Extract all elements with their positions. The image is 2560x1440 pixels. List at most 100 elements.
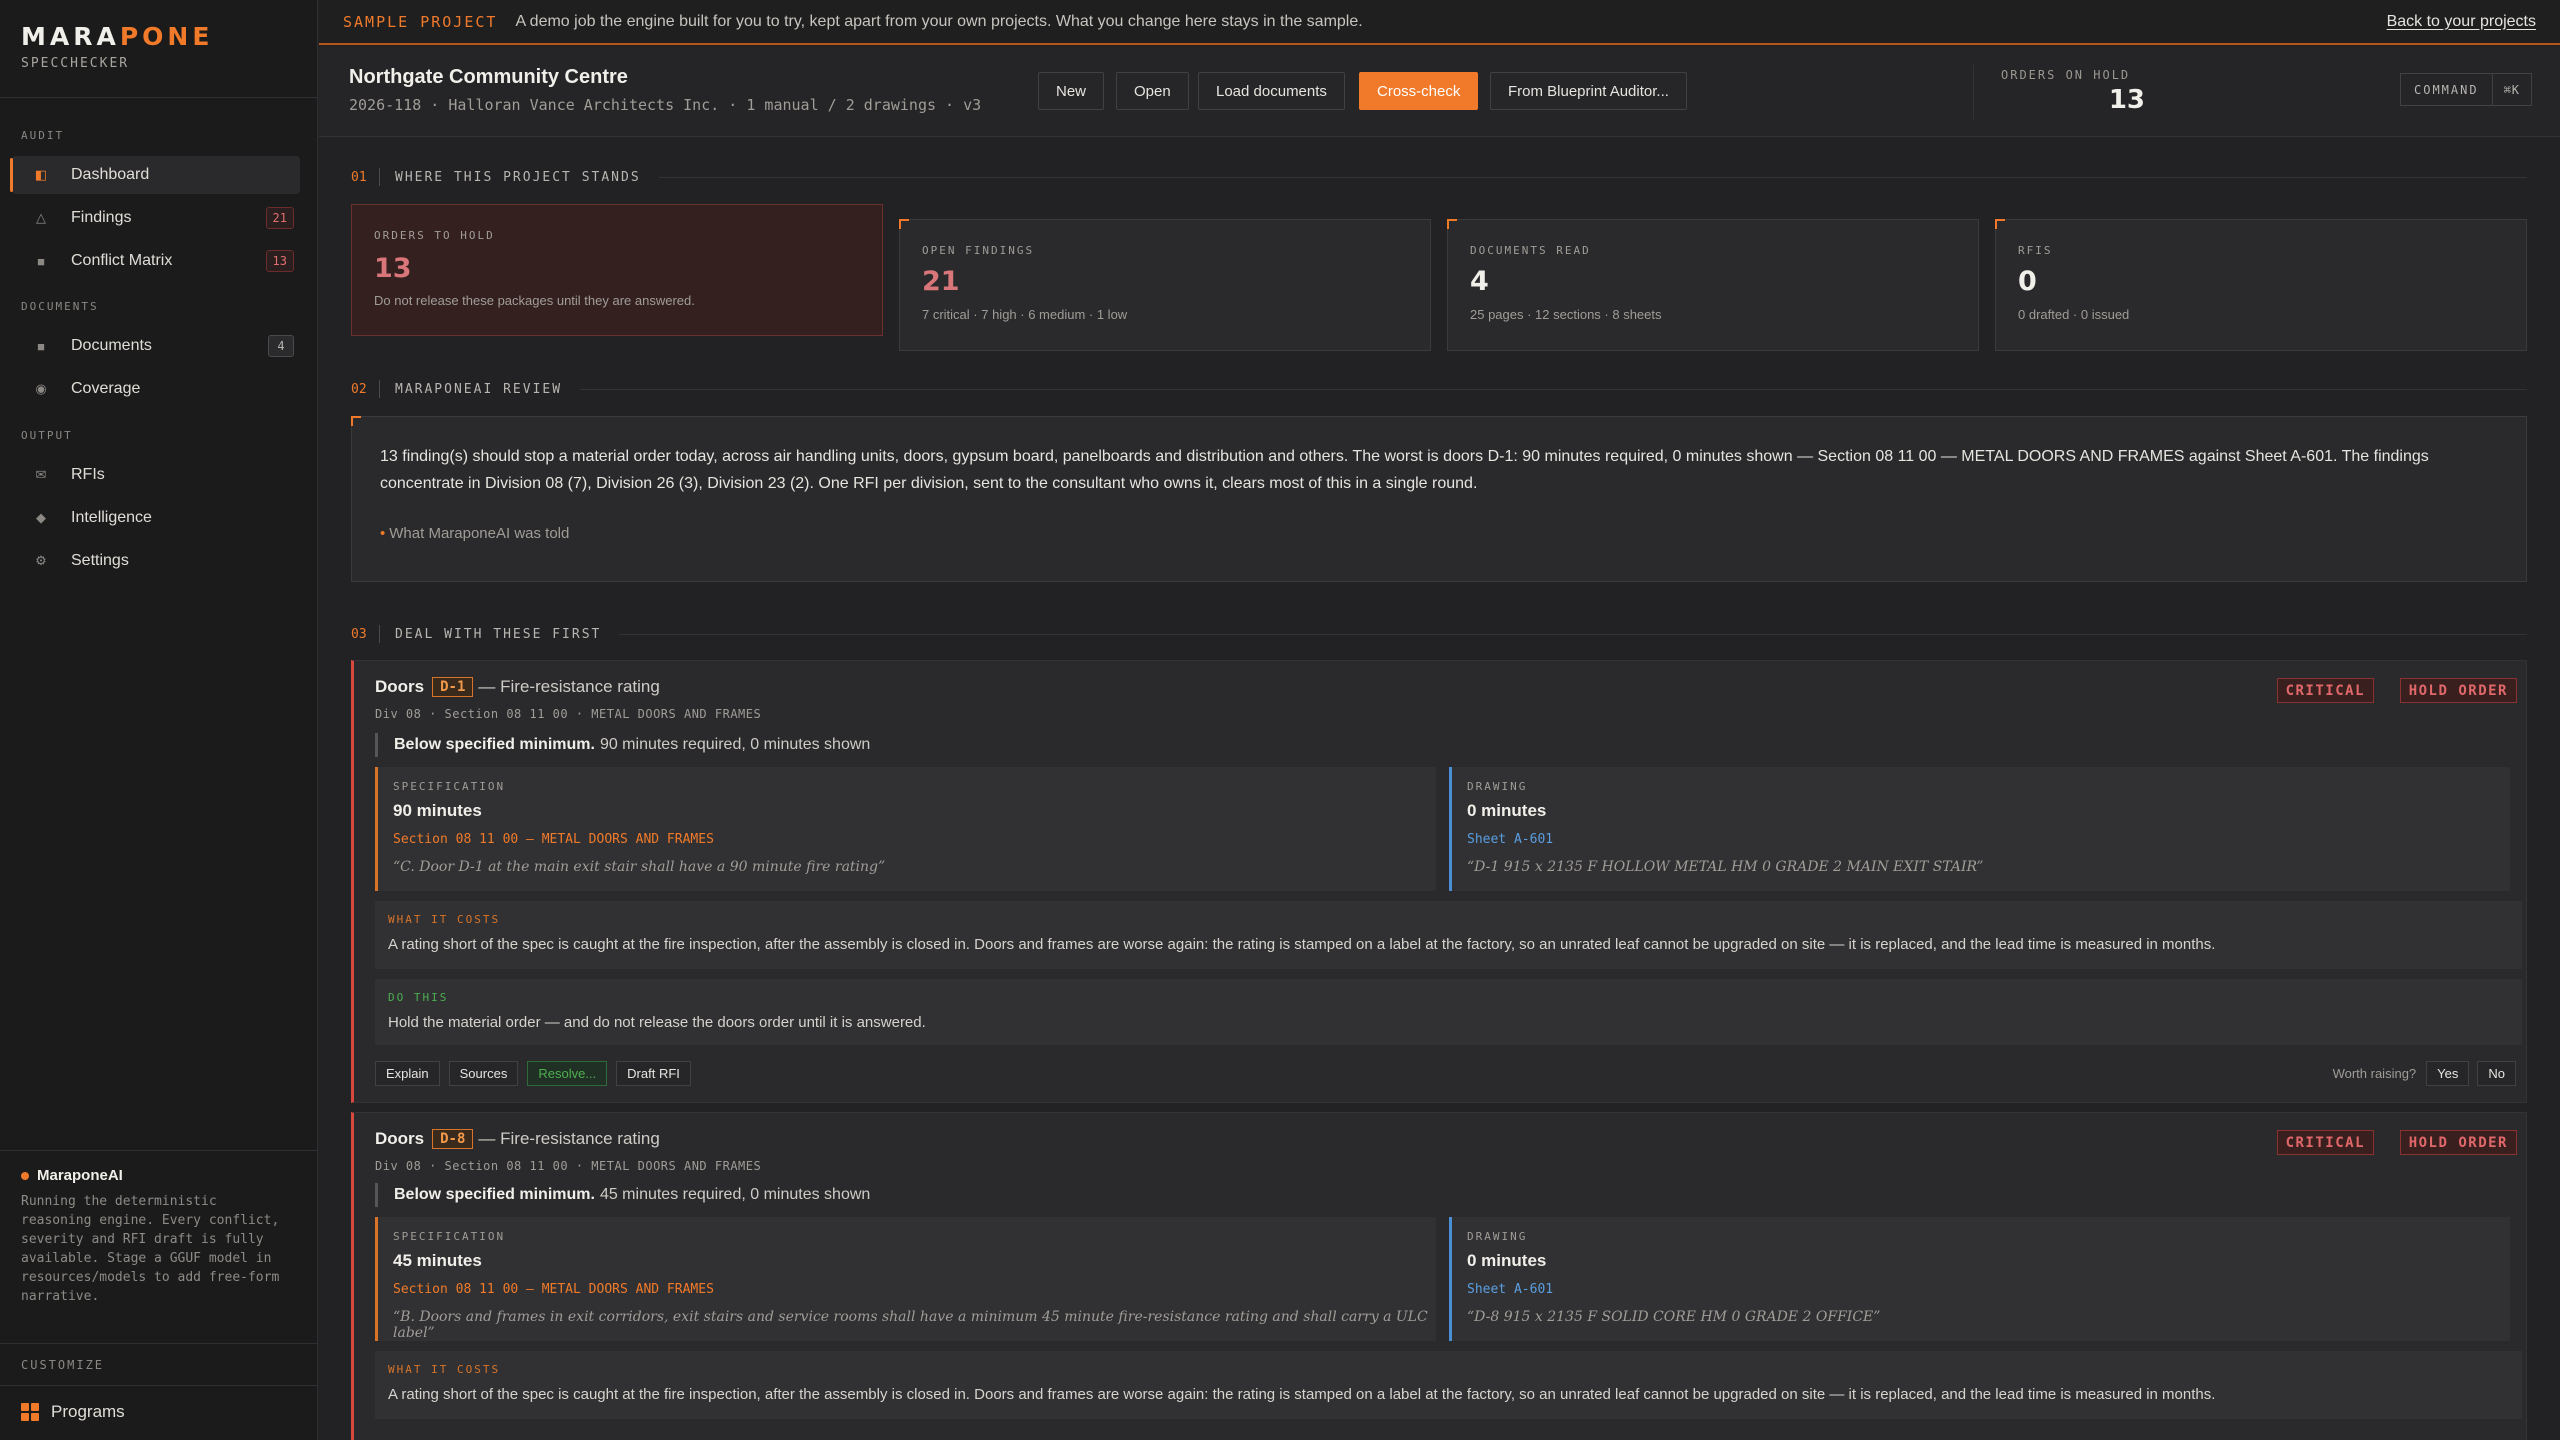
spec-quote: “B. Doors and frames in exit corridors, … [393,1309,1428,1341]
programs-button[interactable]: Programs [21,1402,125,1422]
what-ai-was-told-toggle[interactable]: • What MaraponeAI was told [380,525,569,542]
spec-label: SPECIFICATION [393,1230,506,1243]
divider [379,168,380,186]
divider [379,625,380,643]
nav-section-documents: DOCUMENTS [21,300,99,313]
corner-accent [1447,219,1457,229]
stat-sub: 0 drafted · 0 issued [2018,307,2130,322]
ai-status-panel: MaraponeAI Running the deterministic rea… [0,1150,318,1306]
sidebar-item-label: Settings [71,552,129,569]
orders-on-hold-value: 13 [2108,85,2145,115]
from-blueprint-auditor-button[interactable]: From Blueprint Auditor... [1490,72,1687,110]
drawing-reference-link[interactable]: Sheet A-601 [1467,1282,1553,1297]
finding-subject: — Fire-resistance rating [478,1129,660,1148]
divider [658,176,2527,178]
divider [619,633,2527,635]
sidebar-item-conflict-matrix[interactable]: ■ Conflict Matrix 13 [12,242,300,280]
back-to-projects-link[interactable]: Back to your projects [2387,13,2536,31]
stat-label: DOCUMENTS READ [1470,244,1591,257]
divider [0,97,318,98]
stat-value: 0 [2018,266,2037,297]
sidebar-item-dashboard[interactable]: ◧ Dashboard [10,156,300,194]
document-square-icon: ■ [37,338,45,354]
ai-review-panel: 13 finding(s) should stop a material ord… [351,416,2527,582]
conflict-count-badge: 13 [265,250,294,272]
finding-card: Doors D-1 — Fire-resistance rating Div 0… [351,660,2527,1103]
drawing-quote: “D-8 915 x 2135 F SOLID CORE HM 0 GRADE … [1467,1309,1881,1325]
ai-status-text: Running the deterministic reasoning engi… [21,1194,280,1304]
finding-category: Doors [375,677,425,696]
sources-button[interactable]: Sources [448,1061,519,1086]
corner-accent [899,219,909,229]
brand-subtitle: SPECCHECKER [21,56,130,71]
dashboard-icon: ◧ [34,167,48,182]
drawing-value: 0 minutes [1467,1251,1547,1270]
drawing-quote: “D-1 915 x 2135 F HOLLOW METAL HM 0 GRAD… [1467,859,1984,875]
sidebar-item-intelligence[interactable]: ◆ Intelligence [12,499,300,537]
nav-section-output: OUTPUT [21,429,73,442]
sidebar-item-documents[interactable]: ■ Documents 4 [12,327,300,365]
sidebar-item-label: Coverage [71,380,141,397]
sidebar-item-label: Conflict Matrix [71,252,173,269]
load-documents-button[interactable]: Load documents [1198,72,1345,110]
gear-icon: ⚙ [35,553,47,568]
divider [0,1385,318,1386]
command-label: COMMAND [2414,82,2479,97]
drawing-box: DRAWING 0 minutes Sheet A-601 “D-8 915 x… [1449,1217,2510,1341]
draft-rfi-button[interactable]: Draft RFI [616,1061,691,1086]
banner-text: A demo job the engine built for you to t… [515,12,1363,30]
sidebar: MARAPONE SPECCHECKER AUDIT ◧ Dashboard △… [0,0,318,1440]
finding-tag[interactable]: D-8 [432,1129,474,1149]
spec-label: SPECIFICATION [393,780,506,793]
yes-button[interactable]: Yes [2426,1061,2470,1086]
coverage-circle-icon: ◉ [35,381,47,396]
stat-sub: 7 critical · 7 high · 6 medium · 1 low [922,307,1128,322]
spec-reference-link[interactable]: Section 08 11 00 — METAL DOORS AND FRAME… [393,832,714,847]
new-button[interactable]: New [1038,72,1105,110]
bullet-icon: • [380,525,386,542]
corner-accent [351,416,361,426]
mail-icon: ✉ [35,467,47,482]
section-header-priorities: 03 DEAL WITH THESE FIRST [351,624,2527,644]
finding-category: Doors [375,1129,425,1148]
open-button[interactable]: Open [1116,72,1189,110]
cross-check-button[interactable]: Cross-check [1359,72,1479,110]
project-header: Northgate Community Centre 2026-118 · Ha… [319,47,2560,137]
cost-label: WHAT IT COSTS [388,913,501,926]
matrix-square-icon: ■ [37,253,45,269]
cost-text: A rating short of the spec is caught at … [388,1386,2216,1403]
stat-card-rfis[interactable]: RFIS 0 0 drafted · 0 issued [1995,219,2527,351]
explain-button[interactable]: Explain [375,1061,440,1086]
sidebar-item-findings[interactable]: △ Findings 21 [12,199,300,237]
stat-card-open-findings[interactable]: OPEN FINDINGS 21 7 critical · 7 high · 6… [899,219,1431,351]
stat-card-documents-read[interactable]: DOCUMENTS READ 4 25 pages · 12 sections … [1447,219,1979,351]
stat-value: 4 [1470,266,1489,297]
finding-subject: — Fire-resistance rating [478,677,660,696]
sidebar-item-settings[interactable]: ⚙ Settings [12,542,300,580]
stat-label: OPEN FINDINGS [922,244,1035,257]
sidebar-item-rfis[interactable]: ✉ RFIs [12,456,300,494]
severity-badge: CRITICAL [2276,1130,2374,1155]
section-title: MARAPONEAI REVIEW [395,381,563,397]
sidebar-item-label: Dashboard [71,166,150,183]
finding-tag[interactable]: D-1 [432,677,474,697]
command-palette-button[interactable]: COMMAND ⌘K [2400,73,2533,106]
section-number: 01 [351,169,367,185]
spec-reference-link[interactable]: Section 08 11 00 — METAL DOORS AND FRAME… [393,1282,714,1297]
no-button[interactable]: No [2477,1061,2516,1086]
section-title: WHERE THIS PROJECT STANDS [395,169,641,185]
drawing-reference-link[interactable]: Sheet A-601 [1467,832,1553,847]
brand-logo[interactable]: MARAPONE SPECCHECKER [21,22,213,71]
worth-raising-label: Worth raising? [2332,1066,2417,1081]
divider [1973,65,1974,119]
stat-label: ORDERS TO HOLD [374,229,495,242]
sidebar-item-label: Documents [71,337,152,354]
findings-count-badge: 21 [265,207,294,229]
stat-card-orders-to-hold[interactable]: ORDERS TO HOLD 13 Do not release these p… [351,204,883,336]
customize-label: CUSTOMIZE [21,1358,105,1372]
finding-summary: Below specified minimum. 45 minutes requi… [375,1183,870,1207]
sidebar-item-coverage[interactable]: ◉ Coverage [12,370,300,408]
severity-badge: CRITICAL [2276,678,2374,703]
divider [0,1343,318,1344]
resolve-button[interactable]: Resolve... [527,1061,608,1086]
